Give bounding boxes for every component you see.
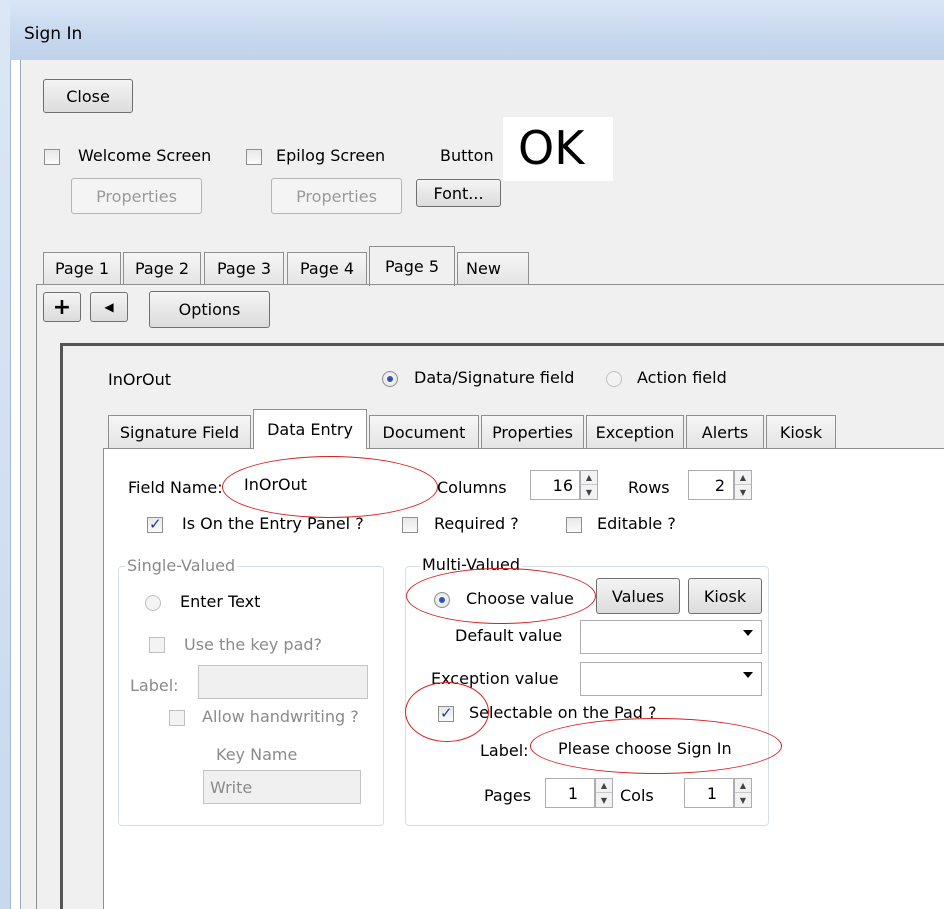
tab-document[interactable]: Document [369, 415, 479, 448]
previous-button[interactable]: ◀ [90, 292, 128, 322]
spin-down-icon[interactable]: ▼ [735, 793, 751, 807]
chevron-down-icon [743, 630, 753, 636]
spin-up-icon[interactable]: ▲ [581, 471, 597, 485]
chevron-down-icon [743, 672, 753, 678]
single-valued-title: Single-Valued [125, 556, 238, 575]
data-signature-field-radio[interactable] [382, 371, 398, 387]
tab-kiosk[interactable]: Kiosk [766, 415, 836, 448]
welcome-properties-button[interactable]: Properties [71, 178, 202, 214]
spin-down-icon[interactable]: ▼ [596, 793, 612, 807]
button-font-label: Button [440, 146, 494, 165]
rows-spinner[interactable]: ▲ ▼ [734, 470, 752, 500]
required-label: Required ? [434, 514, 519, 533]
data-signature-field-label: Data/Signature field [414, 368, 575, 387]
page-tabs-baseline [36, 284, 944, 285]
pages-input[interactable]: 1 [545, 778, 595, 808]
tab-new[interactable]: New [457, 252, 529, 284]
add-field-button[interactable]: + [43, 292, 81, 322]
field-title: InOrOut [108, 370, 172, 389]
rows-input[interactable]: 2 [688, 470, 734, 500]
columns-spinner[interactable]: ▲ ▼ [580, 470, 598, 500]
values-button[interactable]: Values [596, 578, 680, 614]
key-name-input[interactable]: Write [203, 770, 361, 804]
default-value-label: Default value [455, 626, 563, 645]
rows-label: Rows [628, 478, 670, 497]
cols-label: Cols [620, 786, 654, 805]
tab-page-2[interactable]: Page 2 [123, 252, 201, 284]
editable-label: Editable ? [597, 514, 676, 533]
tab-exception[interactable]: Exception [586, 415, 684, 448]
close-button[interactable]: Close [43, 79, 133, 113]
enter-text-radio[interactable] [145, 595, 161, 611]
pages-spinner[interactable]: ▲ ▼ [595, 778, 613, 808]
spin-down-icon[interactable]: ▼ [735, 485, 751, 499]
welcome-screen-label: Welcome Screen [78, 146, 212, 165]
tab-properties[interactable]: Properties [481, 415, 584, 448]
allow-handwriting-checkbox[interactable] [169, 710, 185, 726]
kiosk-button[interactable]: Kiosk [688, 578, 762, 614]
spin-down-icon[interactable]: ▼ [581, 485, 597, 499]
pages-label: Pages [484, 786, 532, 805]
exception-value-dropdown[interactable] [580, 662, 762, 696]
options-button[interactable]: Options [149, 291, 270, 328]
plus-icon: + [52, 294, 72, 320]
welcome-screen-checkbox[interactable] [44, 149, 60, 165]
cols-input[interactable]: 1 [684, 778, 734, 808]
editable-checkbox[interactable] [566, 517, 582, 533]
tab-page-1[interactable]: Page 1 [43, 252, 121, 284]
default-value-dropdown[interactable] [580, 620, 762, 654]
annotation-ellipse-label [530, 718, 782, 774]
epilog-screen-checkbox[interactable] [246, 149, 262, 165]
spin-up-icon[interactable]: ▲ [735, 471, 751, 485]
annotation-ellipse-field-name [222, 456, 438, 518]
tab-data-entry[interactable]: Data Entry [253, 409, 367, 449]
tab-page-4[interactable]: Page 4 [287, 252, 367, 284]
key-name-label: Key Name [216, 745, 298, 764]
ok-font-preview: OK [518, 121, 585, 175]
tab-alerts[interactable]: Alerts [686, 415, 764, 448]
tab-signature-field[interactable]: Signature Field [108, 415, 251, 448]
single-label-label: Label: [130, 676, 179, 695]
epilog-screen-label: Epilog Screen [276, 146, 386, 165]
sign-in-window: Sign In Close Welcome Screen Epilog Scre… [0, 0, 944, 909]
tab-page-3[interactable]: Page 3 [204, 252, 284, 284]
window-left-frame [0, 0, 11, 909]
columns-label: Columns [437, 478, 507, 497]
on-entry-panel-checkbox[interactable] [147, 515, 163, 533]
allow-handwriting-label: Allow handwriting ? [202, 707, 359, 726]
multi-label-label: Label: [480, 741, 529, 760]
spin-up-icon[interactable]: ▲ [735, 779, 751, 793]
window-title: Sign In [24, 24, 83, 44]
enter-text-label: Enter Text [180, 592, 261, 611]
cols-spinner[interactable]: ▲ ▼ [734, 778, 752, 808]
epilog-properties-button[interactable]: Properties [271, 178, 402, 214]
field-name-label: Field Name: [128, 478, 223, 497]
spin-up-icon[interactable]: ▲ [596, 779, 612, 793]
left-arrow-icon: ◀ [104, 300, 114, 314]
active-tab-joiner [254, 447, 366, 450]
title-bar[interactable] [10, 0, 944, 60]
tab-page-5[interactable]: Page 5 [369, 246, 455, 286]
use-keypad-checkbox[interactable] [149, 637, 165, 653]
columns-input[interactable]: 16 [530, 470, 580, 500]
action-field-radio[interactable] [606, 371, 622, 387]
single-label-input[interactable] [198, 665, 368, 699]
use-keypad-label: Use the key pad? [184, 635, 323, 654]
action-field-label: Action field [637, 368, 727, 387]
annotation-ellipse-choose-value [406, 568, 596, 624]
font-button[interactable]: Font... [416, 179, 501, 207]
required-checkbox[interactable] [402, 517, 418, 533]
annotation-ellipse-selectable [405, 682, 489, 742]
page-panel-left-border [36, 284, 37, 909]
